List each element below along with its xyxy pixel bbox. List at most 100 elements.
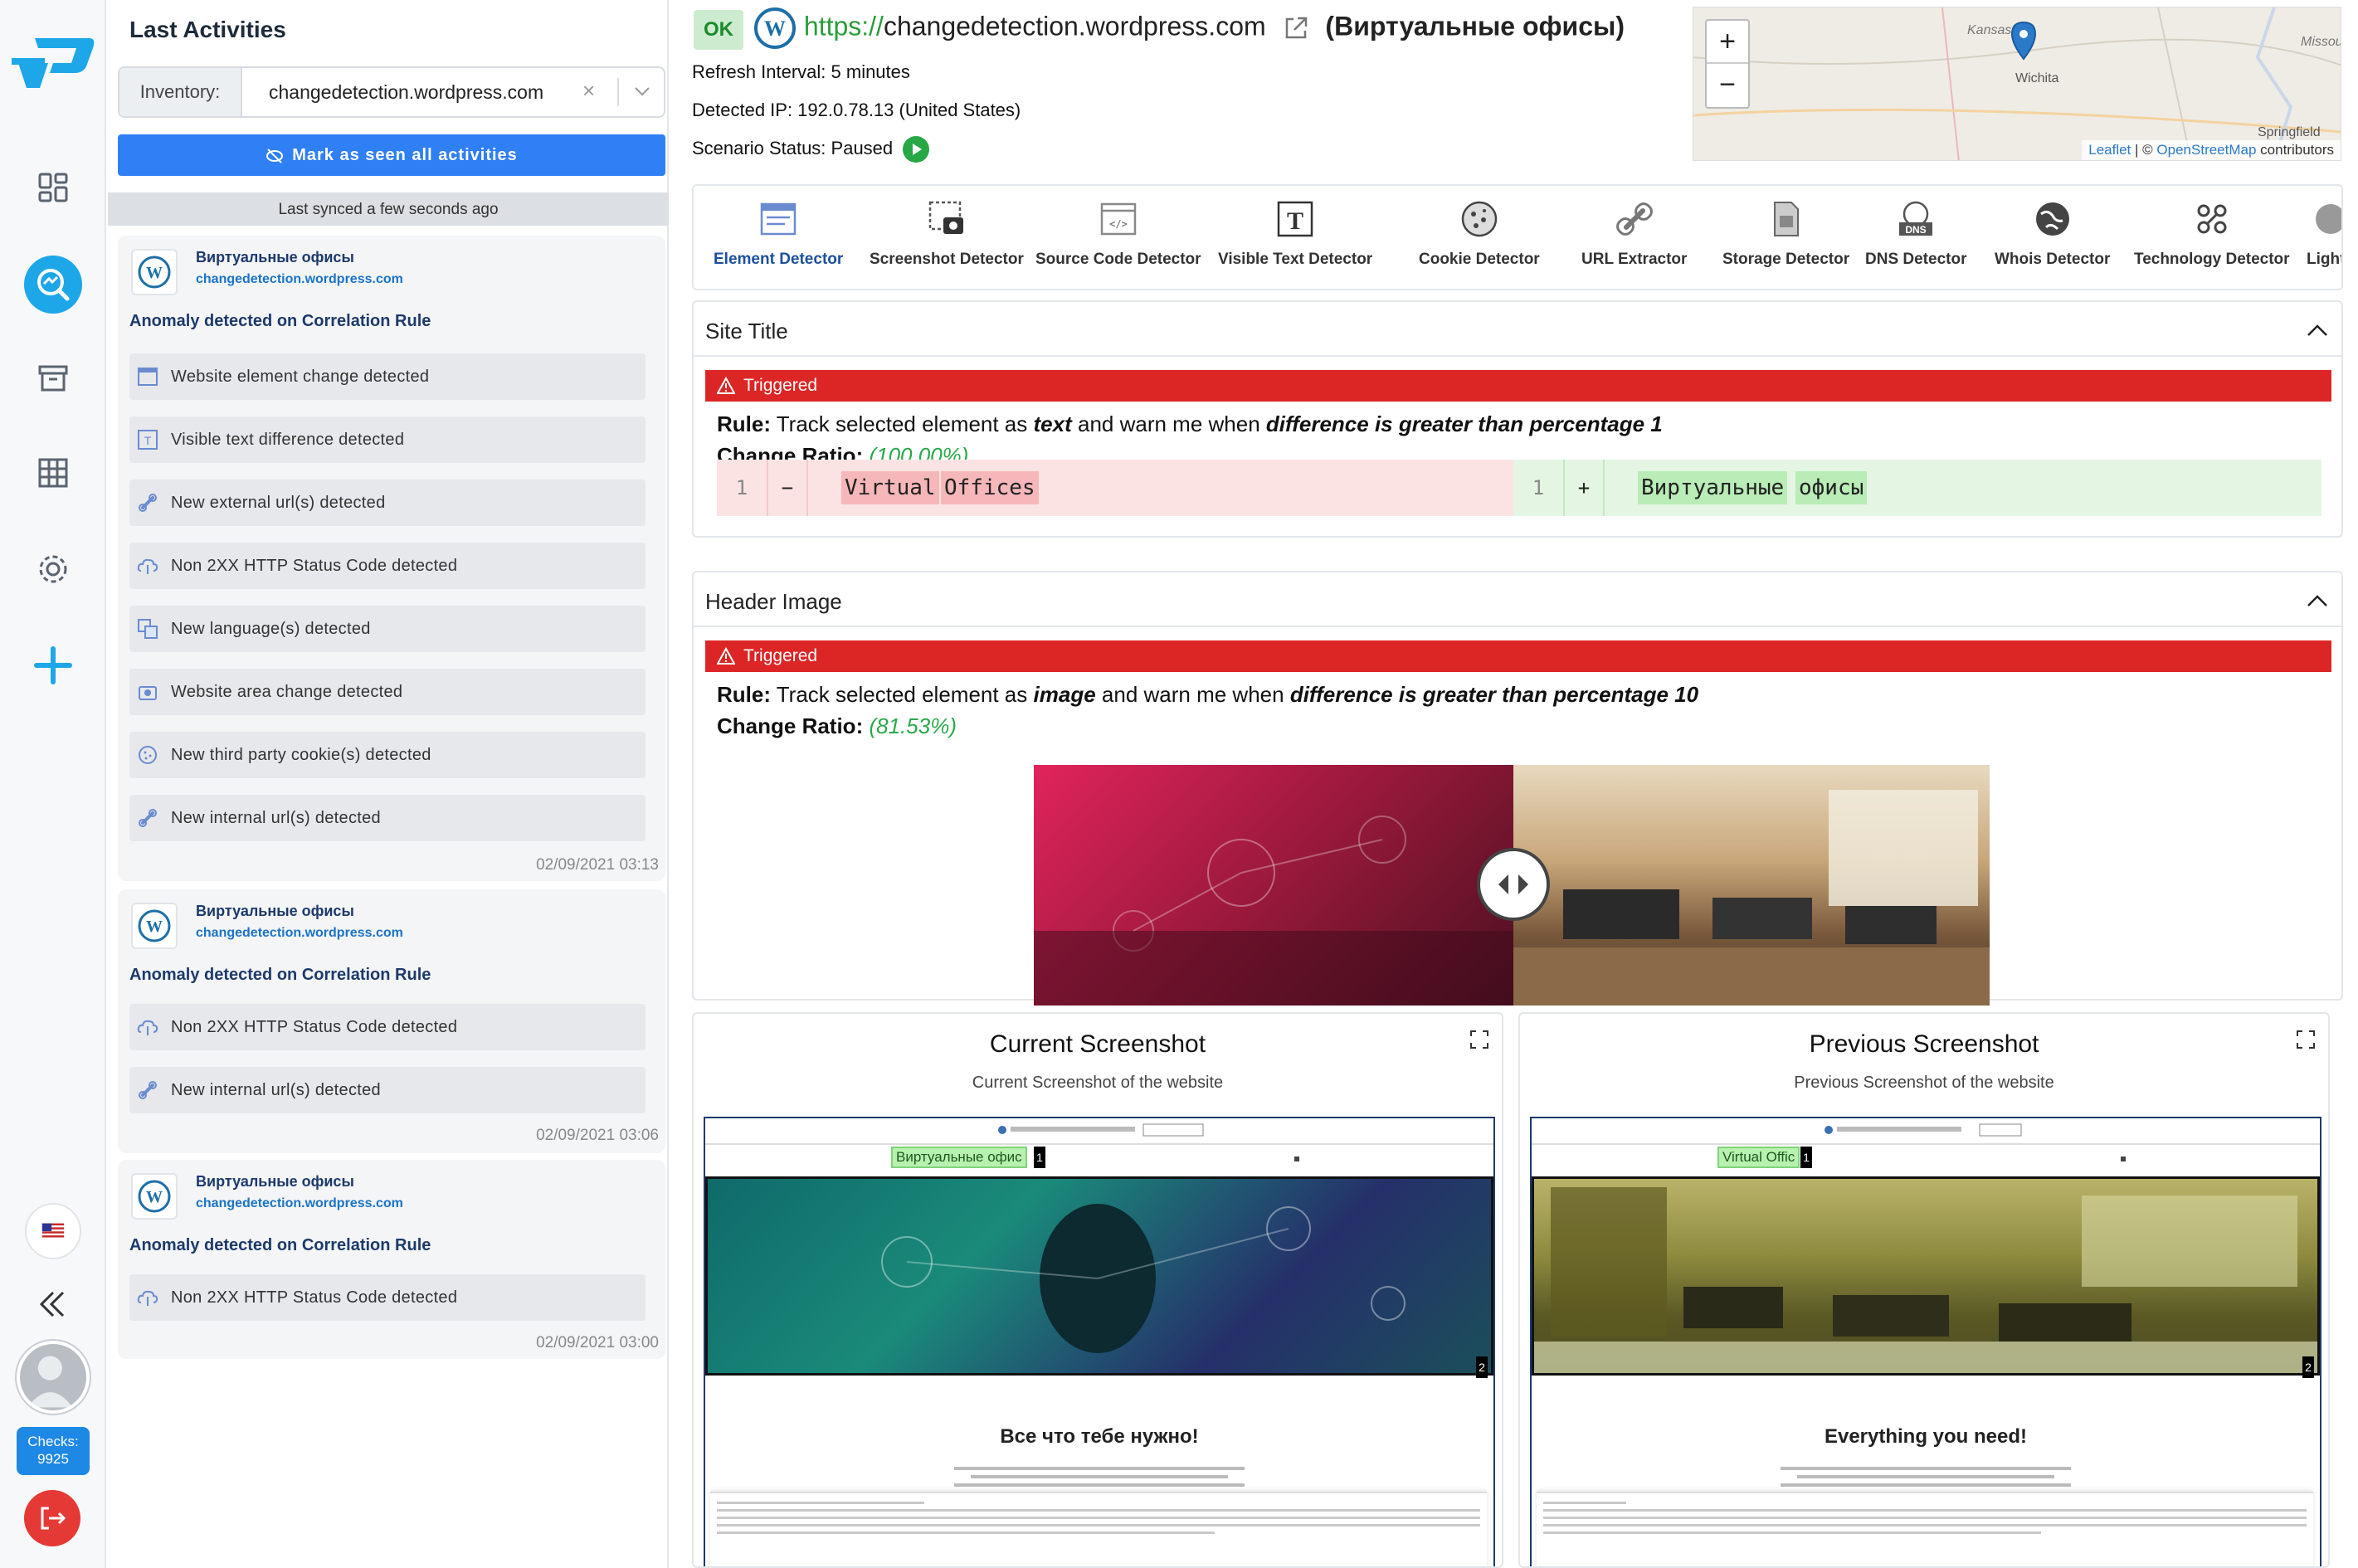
logout-icon[interactable]: [24, 1490, 80, 1546]
brand-logo[interactable]: [10, 33, 96, 93]
location-map[interactable]: Kansas Wichita Missouri Springfield + − …: [1693, 7, 2341, 161]
url-host[interactable]: changedetection.wordpress.com: [884, 11, 1266, 41]
url-scheme[interactable]: https://: [804, 11, 884, 41]
anomaly-title: Anomaly detected on Correlation Rule: [129, 966, 431, 984]
wordpress-icon: W: [754, 7, 796, 49]
screenshot-frame[interactable]: Virtual Offic 1 2 Everything you need!: [1530, 1117, 2321, 1566]
play-icon[interactable]: [903, 136, 930, 163]
zoom-out-button[interactable]: −: [1707, 64, 1748, 107]
detector-cookie[interactable]: Cookie Detector: [1419, 197, 1540, 269]
section-title: Site Title: [705, 319, 788, 343]
user-avatar[interactable]: [17, 1341, 90, 1414]
map-label-springfield: Springfield: [2258, 125, 2321, 139]
event-item[interactable]: New internal url(s) detected: [129, 1067, 646, 1113]
detector-dns[interactable]: DNS DNS Detector: [1865, 197, 1966, 269]
event-item[interactable]: New internal url(s) detected: [129, 795, 646, 841]
event-label: Non 2XX HTTP Status Code detected: [171, 557, 458, 575]
site-domain[interactable]: changedetection.wordpress.com: [196, 926, 403, 941]
grid-icon[interactable]: [33, 453, 73, 493]
detector-element[interactable]: Element Detector: [714, 197, 843, 269]
rule-part-a: Track selected element as: [776, 411, 1028, 436]
link-icon: [139, 809, 157, 827]
compare-handle-icon[interactable]: [1477, 848, 1550, 921]
clear-icon[interactable]: ×: [582, 78, 595, 104]
expand-icon[interactable]: [1469, 1029, 1490, 1050]
detector-source-code[interactable]: </> Source Code Detector: [1035, 197, 1201, 269]
inventory-select[interactable]: Inventory: changedetection.wordpress.com…: [118, 66, 665, 118]
external-link-icon[interactable]: [1282, 14, 1310, 42]
activity-timestamp: 02/09/2021 03:06: [536, 1127, 659, 1144]
detector-screenshot[interactable]: Screenshot Detector: [870, 197, 1024, 269]
activity-card[interactable]: W Виртуальные офисы changedetection.word…: [118, 889, 665, 1153]
element-detector-icon: [760, 202, 797, 236]
section-header[interactable]: Header Image: [694, 572, 2341, 627]
archive-icon[interactable]: [33, 358, 73, 398]
checks-value: 9925: [37, 1451, 69, 1467]
activity-card[interactable]: W Виртуальные офисы changedetection.word…: [118, 236, 665, 881]
detector-visible-text[interactable]: T Visible Text Detector: [1218, 197, 1372, 269]
link-icon: [139, 1081, 157, 1099]
site-domain[interactable]: changedetection.wordpress.com: [196, 272, 403, 287]
expand-icon[interactable]: [2295, 1029, 2317, 1050]
activities-title: Last Activities: [129, 17, 286, 42]
event-item[interactable]: Non 2XX HTTP Status Code detected: [129, 1274, 646, 1321]
monitor-search-icon[interactable]: [24, 256, 82, 314]
inventory-value: changedetection.wordpress.com: [269, 81, 544, 103]
chevron-up-icon[interactable]: [2305, 589, 2330, 614]
section-title: Header Image: [705, 589, 842, 614]
detector-technology[interactable]: Technology Detector: [2134, 197, 2290, 269]
visible-text-icon: T: [1277, 201, 1313, 237]
event-item[interactable]: Non 2XX HTTP Status Code detected: [129, 543, 646, 589]
storage-icon: [1773, 202, 1799, 236]
event-label: New language(s) detected: [171, 620, 371, 638]
section-header[interactable]: Site Title: [694, 302, 2341, 357]
detector-whois[interactable]: Whois Detector: [1995, 197, 2110, 269]
event-item[interactable]: T Visible text difference detected: [129, 416, 646, 463]
detector-lighthouse[interactable]: Lighth: [2307, 197, 2341, 269]
mark-seen-button[interactable]: Mark as seen all activities: [118, 134, 665, 176]
event-item[interactable]: Non 2XX HTTP Status Code detected: [129, 1004, 646, 1050]
event-item[interactable]: New language(s) detected: [129, 606, 646, 652]
us-flag-icon[interactable]: [25, 1203, 81, 1259]
svg-text:T: T: [144, 434, 152, 447]
rule-part-a: Track selected element as: [776, 682, 1028, 707]
detector-label: Source Code Detector: [1035, 251, 1201, 268]
rule-type: text: [1033, 411, 1072, 436]
osm-link[interactable]: OpenStreetMap: [2156, 142, 2256, 158]
screenshot-frame[interactable]: Виртуальные офис 1 2 Все что тебе нужно!: [704, 1117, 1495, 1566]
add-plus-icon[interactable]: [33, 645, 73, 685]
event-item[interactable]: New external url(s) detected: [129, 480, 646, 526]
event-label: Non 2XX HTTP Status Code detected: [171, 1018, 458, 1036]
dashboard-icon[interactable]: [33, 168, 73, 207]
collapse-chevrons-icon[interactable]: [33, 1284, 73, 1324]
detector-storage[interactable]: Storage Detector: [1722, 197, 1849, 269]
lighthouse-icon: [2316, 204, 2341, 234]
screenshot-icon: [928, 201, 963, 234]
scenario-status-label: Scenario Status: Paused: [692, 137, 894, 158]
previous-screenshot-card: Previous Screenshot Previous Screenshot …: [1518, 1012, 2330, 1568]
site-domain[interactable]: changedetection.wordpress.com: [196, 1196, 403, 1211]
leaflet-link[interactable]: Leaflet: [2088, 142, 2131, 158]
event-item[interactable]: New third party cookie(s) detected: [129, 732, 646, 778]
zoom-in-button[interactable]: +: [1707, 21, 1748, 64]
svg-text:W: W: [764, 17, 786, 41]
chevron-down-icon[interactable]: [631, 80, 654, 103]
language-icon: [138, 619, 158, 639]
rule-label: Rule:: [717, 682, 771, 707]
main-content: OK W https://changedetection.wordpress.c…: [670, 0, 2358, 1568]
event-item[interactable]: Website element change detected: [129, 353, 646, 400]
visible-text-icon: T: [138, 430, 158, 450]
chevron-up-icon[interactable]: [2305, 319, 2330, 343]
event-label: Visible text difference detected: [171, 431, 405, 449]
image-compare-slider[interactable]: [1034, 765, 1990, 1006]
event-item[interactable]: Website area change detected: [129, 669, 646, 715]
rule-condition: difference is greater than percentage 10: [1289, 682, 1699, 707]
activity-card[interactable]: W Виртуальные офисы changedetection.word…: [118, 1160, 665, 1359]
status-badge: OK: [694, 10, 743, 50]
settings-gear-icon[interactable]: [33, 549, 73, 589]
detector-label: Element Detector: [714, 251, 844, 268]
event-label: New external url(s) detected: [171, 494, 386, 512]
sync-status: Last synced a few seconds ago: [108, 192, 669, 226]
detector-url-extractor[interactable]: URL Extractor: [1581, 197, 1687, 269]
ratio-value: (81.53%): [869, 713, 957, 738]
